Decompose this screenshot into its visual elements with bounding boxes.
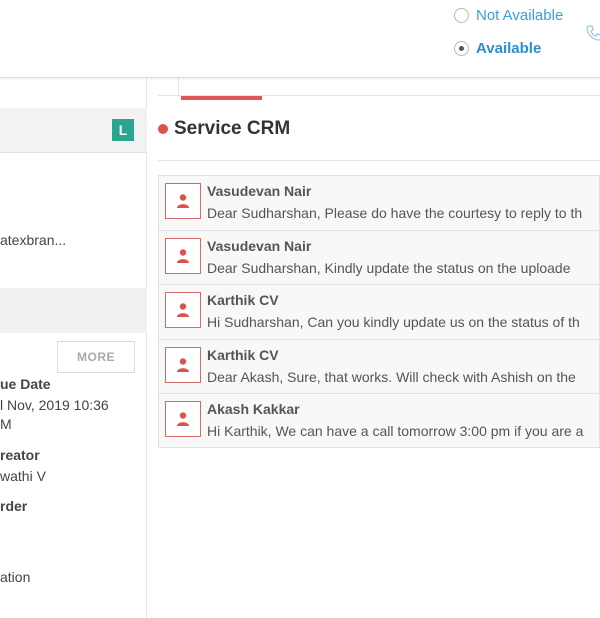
creator-label: reator (0, 447, 40, 463)
app-root: Not Available Available L atexbran... MO… (0, 0, 600, 618)
details-panel: L atexbran... MORE ue Date l Nov, 2019 1… (0, 78, 147, 618)
detail-field: atexbran... (0, 232, 67, 248)
more-button[interactable]: MORE (57, 341, 135, 373)
message-author: Karthik CV (207, 292, 279, 308)
message-preview: Dear Sudharshan, Kindly update the statu… (207, 259, 571, 276)
creator-value: wathi V (0, 468, 46, 484)
list-item[interactable]: Karthik CV Hi Sudharshan, Can you kindly… (158, 284, 600, 339)
presence-label: Available (476, 40, 542, 57)
presence-not-available[interactable]: Not Available (454, 7, 563, 24)
user-avatar-icon (165, 401, 201, 437)
top-bar: Not Available Available (0, 0, 600, 78)
page-title: Service CRM (174, 118, 291, 139)
message-author: Akash Kakkar (207, 401, 300, 417)
radio-checked-icon[interactable] (454, 41, 469, 56)
due-date-value-cont: M (0, 416, 12, 432)
user-avatar-icon (165, 346, 201, 383)
details-section-band (0, 288, 147, 333)
message-preview: Dear Sudharshan, Please do have the cour… (207, 205, 583, 221)
tab-active-indicator[interactable] (181, 96, 262, 100)
message-author: Karthik CV (207, 346, 279, 363)
due-date-label: ue Date (0, 376, 51, 392)
page-title-row: Service CRM (158, 118, 290, 140)
message-preview: Dear Akash, Sure, that works. Will check… (207, 368, 576, 385)
user-avatar-icon (165, 237, 201, 274)
message-list: Vasudevan Nair Dear Sudharshan, Please d… (158, 175, 600, 448)
message-author: Vasudevan Nair (207, 183, 312, 199)
detail-value: ation (0, 569, 31, 585)
title-divider (158, 160, 600, 161)
user-avatar-icon (165, 183, 201, 219)
message-preview: Hi Karthik, We can have a call tomorrow … (207, 423, 584, 439)
list-item[interactable]: Vasudevan Nair Dear Sudharshan, Kindly u… (158, 229, 600, 284)
due-date-value: l Nov, 2019 10:36 (0, 397, 109, 413)
message-author: Vasudevan Nair (207, 237, 312, 254)
tab-labels-cut (290, 78, 460, 84)
message-preview: Hi Sudharshan, Can you kindly update us … (207, 314, 580, 330)
status-badge: L (112, 119, 134, 141)
radio-icon[interactable] (454, 8, 469, 23)
presence-available[interactable]: Available (454, 40, 541, 57)
list-item[interactable]: Vasudevan Nair Dear Sudharshan, Please d… (158, 175, 600, 230)
tab-divider (178, 78, 179, 96)
phone-icon[interactable] (585, 24, 600, 44)
status-dot-icon (158, 124, 168, 134)
list-item[interactable]: Akash Kakkar Hi Karthik, We can have a c… (158, 393, 600, 448)
order-label: rder (0, 498, 28, 514)
presence-label: Not Available (476, 7, 564, 24)
user-avatar-icon (165, 292, 201, 328)
list-item[interactable]: Karthik CV Dear Akash, Sure, that works.… (158, 338, 600, 393)
